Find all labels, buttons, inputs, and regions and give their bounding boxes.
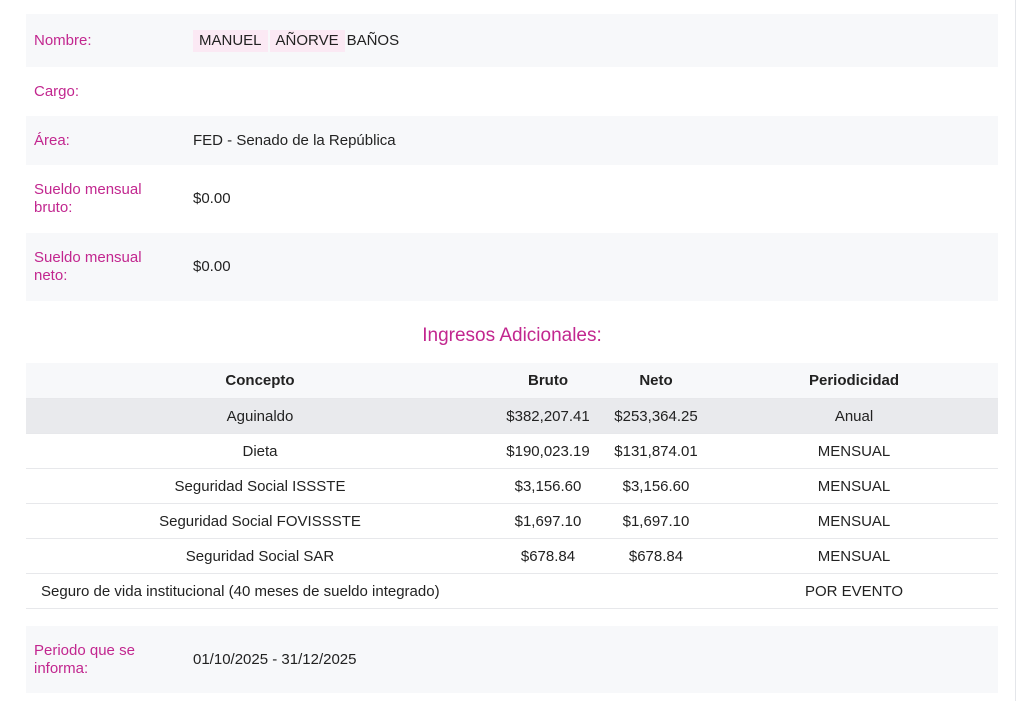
cell-concepto: Dieta (26, 433, 494, 469)
header-neto: Neto (602, 363, 710, 399)
cell-neto: $678.84 (602, 538, 710, 574)
row-cargo: Cargo: (26, 67, 998, 116)
cell-concepto: Seguro de vida institucional (40 meses d… (26, 573, 710, 609)
table-row: Dieta $190,023.19 $131,874.01 MENSUAL (26, 433, 998, 469)
sueldo-neto-label: Sueldo mensual neto: (34, 249, 142, 284)
page: Nombre: MANUEL AÑORVE BAÑOS Cargo: Área: F… (0, 0, 1024, 701)
cell-periodicidad: POR EVENTO (710, 573, 998, 609)
ingresos-table: Concepto Bruto Neto Periodicidad Aguinal… (26, 363, 998, 609)
cell-periodicidad: MENSUAL (710, 468, 998, 504)
table-row: Seguridad Social SAR $678.84 $678.84 MEN… (26, 538, 998, 574)
nombre-part-2: AÑORVE (269, 29, 345, 52)
cell-periodicidad: MENSUAL (710, 503, 998, 539)
table-row: Seguridad Social ISSSTE $3,156.60 $3,156… (26, 468, 998, 504)
cell-bruto: $382,207.41 (494, 398, 602, 434)
cell-bruto: $3,156.60 (494, 468, 602, 504)
cell-neto: $3,156.60 (602, 468, 710, 504)
cell-periodicidad: MENSUAL (710, 433, 998, 469)
periodo-value: 01/10/2025 - 31/12/2025 (193, 650, 357, 668)
table-header-row: Concepto Bruto Neto Periodicidad (26, 363, 998, 399)
header-periodicidad: Periodicidad (710, 363, 998, 399)
row-periodo: Periodo que se informa: 01/10/2025 - 31/… (26, 626, 998, 693)
ingresos-title: Ingresos Adicionales: (422, 325, 602, 346)
table-row: Seguro de vida institucional (40 meses d… (26, 573, 998, 609)
cargo-label: Cargo: (34, 82, 80, 100)
cell-bruto: $678.84 (494, 538, 602, 574)
row-sueldo-bruto: Sueldo mensual bruto: $0.00 (26, 165, 998, 233)
sueldo-neto-value: $0.00 (193, 258, 231, 275)
row-area: Área: FED - Senado de la República (26, 116, 998, 165)
table-row: Aguinaldo $382,207.41 $253,364.25 Anual (26, 398, 998, 434)
cell-bruto: $190,023.19 (494, 433, 602, 469)
cell-concepto: Aguinaldo (26, 398, 494, 434)
cell-concepto: Seguridad Social FOVISSSTE (26, 503, 494, 539)
cell-neto: $131,874.01 (602, 433, 710, 469)
cell-neto: $253,364.25 (602, 398, 710, 434)
nombre-part-1: MANUEL (193, 29, 268, 52)
cell-periodicidad: MENSUAL (710, 538, 998, 574)
sueldo-bruto-label: Sueldo mensual bruto: (34, 181, 142, 216)
row-nombre: Nombre: MANUEL AÑORVE BAÑOS (26, 14, 998, 67)
nombre-label: Nombre: (34, 31, 92, 49)
cell-neto: $1,697.10 (602, 503, 710, 539)
scrollbar-track[interactable] (1015, 0, 1016, 701)
sueldo-bruto-value: $0.00 (193, 190, 231, 207)
cell-concepto: Seguridad Social SAR (26, 538, 494, 574)
cell-bruto: $1,697.10 (494, 503, 602, 539)
area-label: Área: (34, 131, 70, 149)
nombre-part-3: BAÑOS (346, 31, 400, 49)
cell-periodicidad: Anual (710, 398, 998, 434)
row-sueldo-neto: Sueldo mensual neto: $0.00 (26, 233, 998, 301)
cell-concepto: Seguridad Social ISSSTE (26, 468, 494, 504)
table-row: Seguridad Social FOVISSSTE $1,697.10 $1,… (26, 503, 998, 539)
nombre-value: MANUEL AÑORVE BAÑOS (193, 29, 407, 52)
area-value: FED - Senado de la República (193, 131, 396, 149)
periodo-label: Periodo que se informa: (34, 641, 135, 677)
header-concepto: Concepto (26, 363, 494, 399)
header-bruto: Bruto (494, 363, 602, 399)
